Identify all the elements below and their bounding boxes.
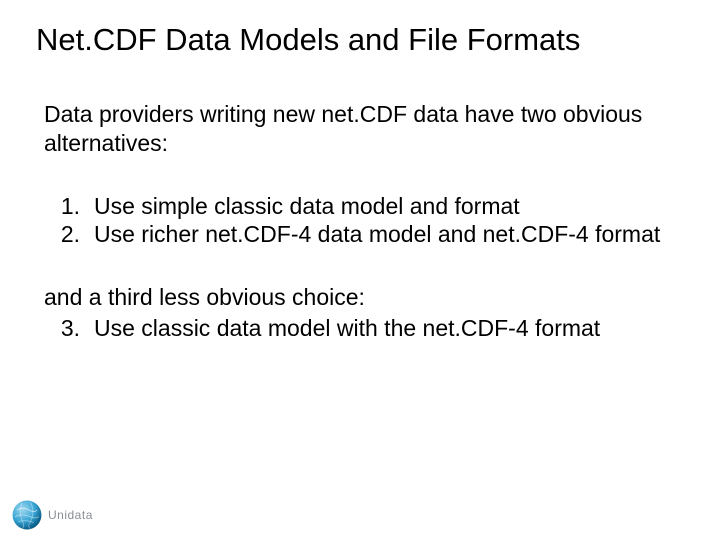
list-item-2: 2. Use richer net.CDF-4 data model and n… (44, 220, 676, 249)
list-item-1: 1. Use simple classic data model and for… (44, 192, 676, 221)
list-item-3: 3. Use classic data model with the net.C… (44, 314, 676, 343)
slide: Net.CDF Data Models and File Formats Dat… (0, 0, 720, 540)
third-intro: and a third less obvious choice: (44, 283, 676, 312)
list-text-3: Use classic data model with the net.CDF-… (94, 314, 676, 343)
list-number-1: 1. (44, 192, 94, 221)
list-number-3: 3. (44, 314, 94, 343)
slide-title: Net.CDF Data Models and File Formats (36, 22, 676, 58)
globe-icon (10, 498, 44, 532)
logo-text: Unidata (48, 508, 93, 522)
list-number-2: 2. (44, 220, 94, 249)
brand-logo: Unidata (10, 498, 93, 532)
intro-paragraph: Data providers writing new net.CDF data … (44, 100, 676, 158)
list-text-1: Use simple classic data model and format (94, 192, 676, 221)
list-text-2: Use richer net.CDF-4 data model and net.… (94, 220, 676, 249)
alternatives-list: 1. Use simple classic data model and for… (44, 192, 676, 250)
